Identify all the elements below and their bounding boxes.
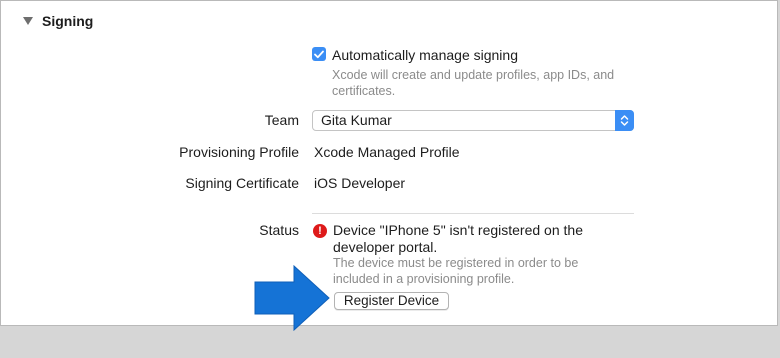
error-icon: ! — [313, 224, 327, 238]
provisioning-profile-label: Provisioning Profile — [179, 144, 299, 160]
divider — [312, 213, 634, 214]
checkmark-icon — [314, 50, 324, 58]
popup-arrows-icon — [615, 110, 634, 131]
signing-certificate-value: iOS Developer — [314, 175, 406, 191]
provisioning-profile-value: Xcode Managed Profile — [314, 144, 460, 160]
section-title: Signing — [42, 13, 94, 29]
team-value: Gita Kumar — [321, 112, 392, 128]
callout-arrow-icon — [254, 265, 330, 331]
status-detail-2: included in a provisioning profile. — [333, 272, 515, 286]
auto-signing-description-1: Xcode will create and update profiles, a… — [332, 68, 615, 82]
auto-signing-checkbox[interactable] — [312, 47, 326, 61]
signing-panel: Signing Automatically manage signing Xco… — [0, 0, 778, 326]
team-popup[interactable]: Gita Kumar — [312, 110, 634, 131]
status-detail-1: The device must be registered in order t… — [333, 256, 579, 270]
team-label: Team — [264, 112, 299, 128]
signing-certificate-label: Signing Certificate — [185, 175, 299, 191]
status-label: Status — [259, 222, 299, 238]
auto-signing-label: Automatically manage signing — [332, 47, 518, 63]
status-error-line-2: developer portal. — [333, 239, 438, 255]
auto-signing-description-2: certificates. — [332, 84, 396, 98]
status-error-line-1: Device "IPhone 5" isn't registered on th… — [333, 222, 583, 238]
status-error-message: Device "IPhone 5" isn't registered on th… — [333, 222, 623, 256]
disclosure-triangle-icon[interactable] — [23, 17, 33, 25]
section-header[interactable]: Signing — [23, 12, 93, 30]
register-device-button[interactable]: Register Device — [334, 292, 449, 310]
